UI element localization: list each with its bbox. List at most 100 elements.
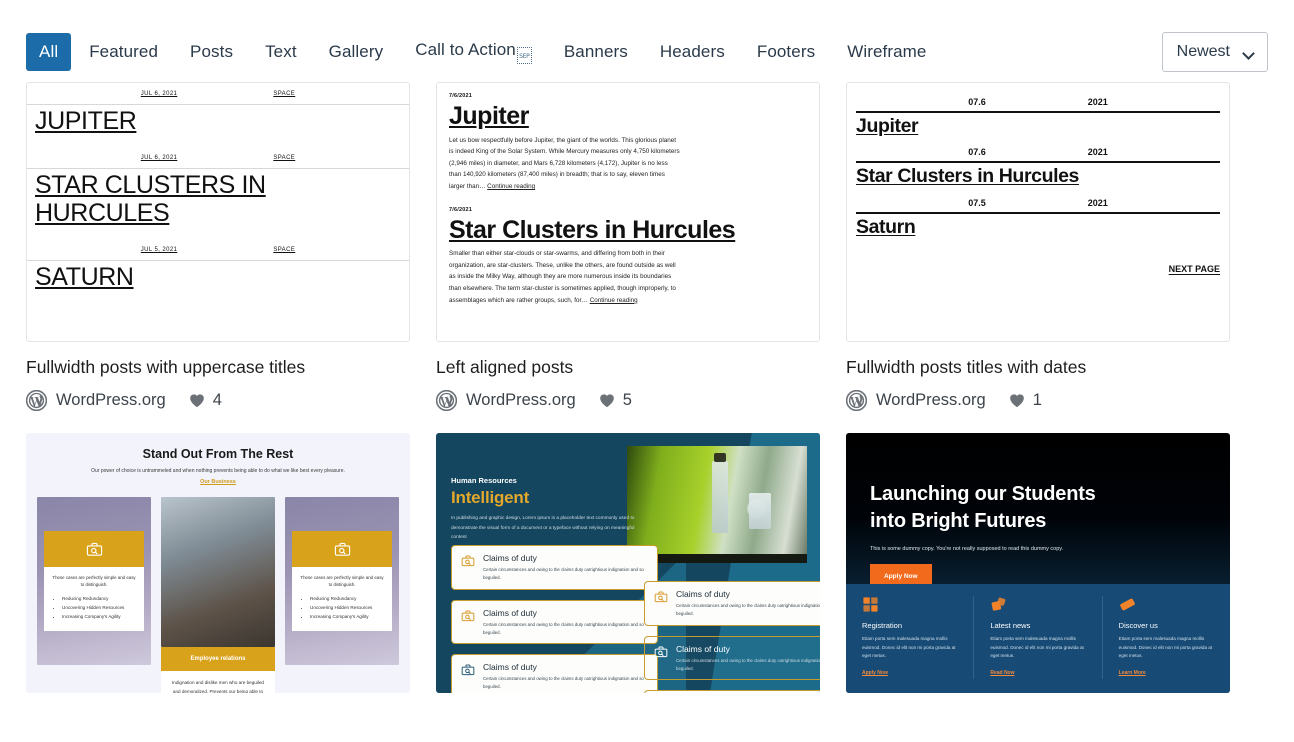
like-group[interactable]: 1 (1009, 391, 1042, 410)
briefcase-search-icon (461, 555, 475, 566)
feature-body: Etiam porta sem malesuada magna mollis e… (862, 636, 956, 659)
pattern-card[interactable]: 7/6/2021 Jupiter Let us bow respectfully… (435, 82, 820, 411)
bullet-item: Reducing Redundancy (62, 595, 136, 604)
tab-footers[interactable]: Footers (743, 33, 829, 71)
post-year: 2021 (1087, 147, 1108, 158)
briefcase-search-icon (461, 664, 475, 676)
preview-post-row: JUL 6, 2021 SPACE (27, 147, 409, 169)
column-photo: These cases are perfectly simple and eas… (37, 497, 151, 666)
post-year: 2021 (1087, 197, 1108, 208)
tab-all[interactable]: All (26, 32, 72, 72)
tab-wireframe[interactable]: Wireframe (833, 33, 940, 71)
tab-footers-label: Footers (756, 41, 816, 61)
pattern-preview-left-aligned[interactable]: 7/6/2021 Jupiter Let us bow respectfully… (436, 82, 820, 342)
claim-title: Claims of duty (483, 607, 537, 618)
preview-post-row: JUL 6, 2021 SPACE (27, 83, 409, 105)
pattern-card[interactable]: 07.6 2021 Jupiter 07.6 2021 Star Cluster… (845, 82, 1230, 411)
briefcase-search-icon (461, 610, 475, 621)
feature-link[interactable]: Learn More (1119, 670, 1146, 676)
post-date: JUL 6, 2021 (140, 155, 178, 161)
filter-bar: All Featured Posts Text Gallery Call to … (0, 0, 1294, 82)
next-page-link[interactable]: NEXT PAGE (856, 248, 1220, 274)
column-paragraph: These cases are perfectly simple and eas… (52, 575, 136, 588)
post-meta: 07.5 2021 (856, 198, 1220, 212)
pattern-preview-fullwidth-uppercase[interactable]: JUL 6, 2021 SPACE JUPITER JUL 6, 2021 SP… (26, 82, 410, 342)
hero-heading-line2: into Bright Futures (870, 509, 1047, 532)
pattern-title: Left aligned posts (436, 357, 574, 377)
feature-column: Latest news Etiam porta sem malesuada ma… (974, 596, 1103, 679)
our-business-link[interactable]: Our Business (34, 479, 402, 485)
column-photo (161, 497, 275, 648)
post-year: 2021 (1087, 97, 1108, 107)
post-meta: JUL 5, 2021 SPACE (27, 239, 409, 260)
pattern-preview-titles-with-dates[interactable]: 07.6 2021 Jupiter 07.6 2021 Star Cluster… (846, 82, 1230, 342)
claim-body: Certain circumstances and owing to the c… (483, 676, 644, 690)
feature-columns: Registration Etiam porta sem malesuada m… (846, 584, 1230, 693)
claim-title: Claims of duty (483, 552, 537, 563)
post-meta: JUL 6, 2021 SPACE (27, 83, 409, 104)
tab-call-to-action[interactable]: Call to Action SEP (401, 31, 546, 73)
tab-headers[interactable]: Headers (646, 33, 739, 71)
wordpress-logo-icon (25, 389, 48, 411)
like-group[interactable]: 4 (189, 391, 222, 410)
wordpress-logo-icon (435, 389, 458, 411)
pattern-author: WordPress.org (56, 390, 166, 409)
domino-icon (1119, 598, 1135, 611)
pattern-card[interactable]: Launching our Students into Bright Futur… (846, 432, 1230, 693)
claim-item: Claims of duty Certain circumstances and… (451, 654, 658, 693)
claim-item: Claims of duty Certain circumstances and… (644, 580, 820, 626)
post-title: Star Clusters in Hurcules (449, 215, 736, 244)
tab-gallery[interactable]: Gallery (315, 33, 398, 71)
bullet-item: Increasing Company's Agility (310, 613, 384, 622)
claim-title: Claims of duty (676, 588, 730, 599)
tab-text[interactable]: Text (251, 33, 311, 71)
column-icon-band (292, 531, 392, 568)
post-excerpt-text: Let us bow respectfully before Jupiter, … (449, 136, 680, 191)
column-bullets: Reducing Redundancy Uncovering Hidden Re… (62, 595, 136, 621)
sort-select[interactable]: Newest (1161, 32, 1268, 72)
pattern-preview-stand-out[interactable]: Stand Out From The Rest Our power of cho… (26, 432, 410, 693)
preview-post-row: 7/6/2021 Star Clusters in Hurcules Small… (449, 207, 807, 307)
tab-posts[interactable]: Posts (176, 33, 247, 71)
bottle-shape (711, 452, 728, 533)
post-category: SPACE (273, 155, 296, 161)
post-title: STAR CLUSTERS IN HURCULES (35, 171, 266, 227)
feature-link[interactable]: Apply Now (862, 670, 888, 676)
claim-body: Certain circumstances and owing to the c… (676, 657, 820, 671)
tab-gallery-label: Gallery (328, 41, 384, 61)
pattern-preview-human-resources[interactable]: Human Resources Intelligent In publishin… (436, 432, 820, 693)
pattern-preview-launching-students[interactable]: Launching our Students into Bright Futur… (846, 432, 1230, 693)
pattern-card[interactable]: JUL 6, 2021 SPACE JUPITER JUL 6, 2021 SP… (25, 82, 410, 411)
like-group[interactable]: 5 (599, 391, 632, 410)
feature-column: Registration Etiam porta sem malesuada m… (846, 596, 975, 679)
column-paragraph: These cases are perfectly simple and eas… (300, 575, 384, 588)
feature-title: Discover us (1118, 621, 1158, 631)
post-title: Jupiter (856, 115, 919, 137)
feature-body: Etiam porta sem malesuada magna mollis e… (990, 636, 1084, 659)
feature-link[interactable]: Read Now (990, 670, 1014, 676)
claim-body: Certain circumstances and owing to the c… (676, 602, 820, 616)
tab-featured[interactable]: Featured (75, 33, 172, 71)
preview-columns: These cases are perfectly simple and eas… (34, 497, 402, 693)
hero-text: Human Resources Intelligent In publishin… (451, 476, 641, 543)
post-date: 7/6/2021 (449, 93, 473, 99)
like-count: 4 (212, 390, 222, 409)
filter-tabs: All Featured Posts Text Gallery Call to … (26, 31, 1162, 73)
post-meta: 07.6 2021 (856, 147, 1220, 161)
post-excerpt: Smaller than either star-clouds or star-… (449, 248, 681, 306)
chevron-down-icon (1244, 49, 1255, 56)
briefcase-search-icon (334, 542, 350, 556)
post-title: JUPITER (35, 107, 137, 135)
preview-post-row: 07.6 2021 Jupiter (856, 97, 1220, 147)
pattern-card[interactable]: Human Resources Intelligent In publishin… (436, 432, 820, 693)
post-title: Star Clusters in Hurcules (856, 165, 1079, 188)
continue-reading-link[interactable]: Continue reading (487, 183, 535, 190)
post-title: Saturn (856, 215, 916, 238)
pattern-card[interactable]: Stand Out From The Rest Our power of cho… (26, 432, 410, 693)
continue-reading-link[interactable]: Continue reading (590, 297, 638, 304)
preview-column: These cases are perfectly simple and eas… (37, 497, 151, 693)
hero-subheading: This is some dummy copy. You're not real… (870, 545, 1064, 552)
tab-banners[interactable]: Banners (550, 33, 642, 71)
claim-body: Certain circumstances and owing to the c… (483, 566, 644, 580)
post-title: SATURN (35, 263, 134, 291)
